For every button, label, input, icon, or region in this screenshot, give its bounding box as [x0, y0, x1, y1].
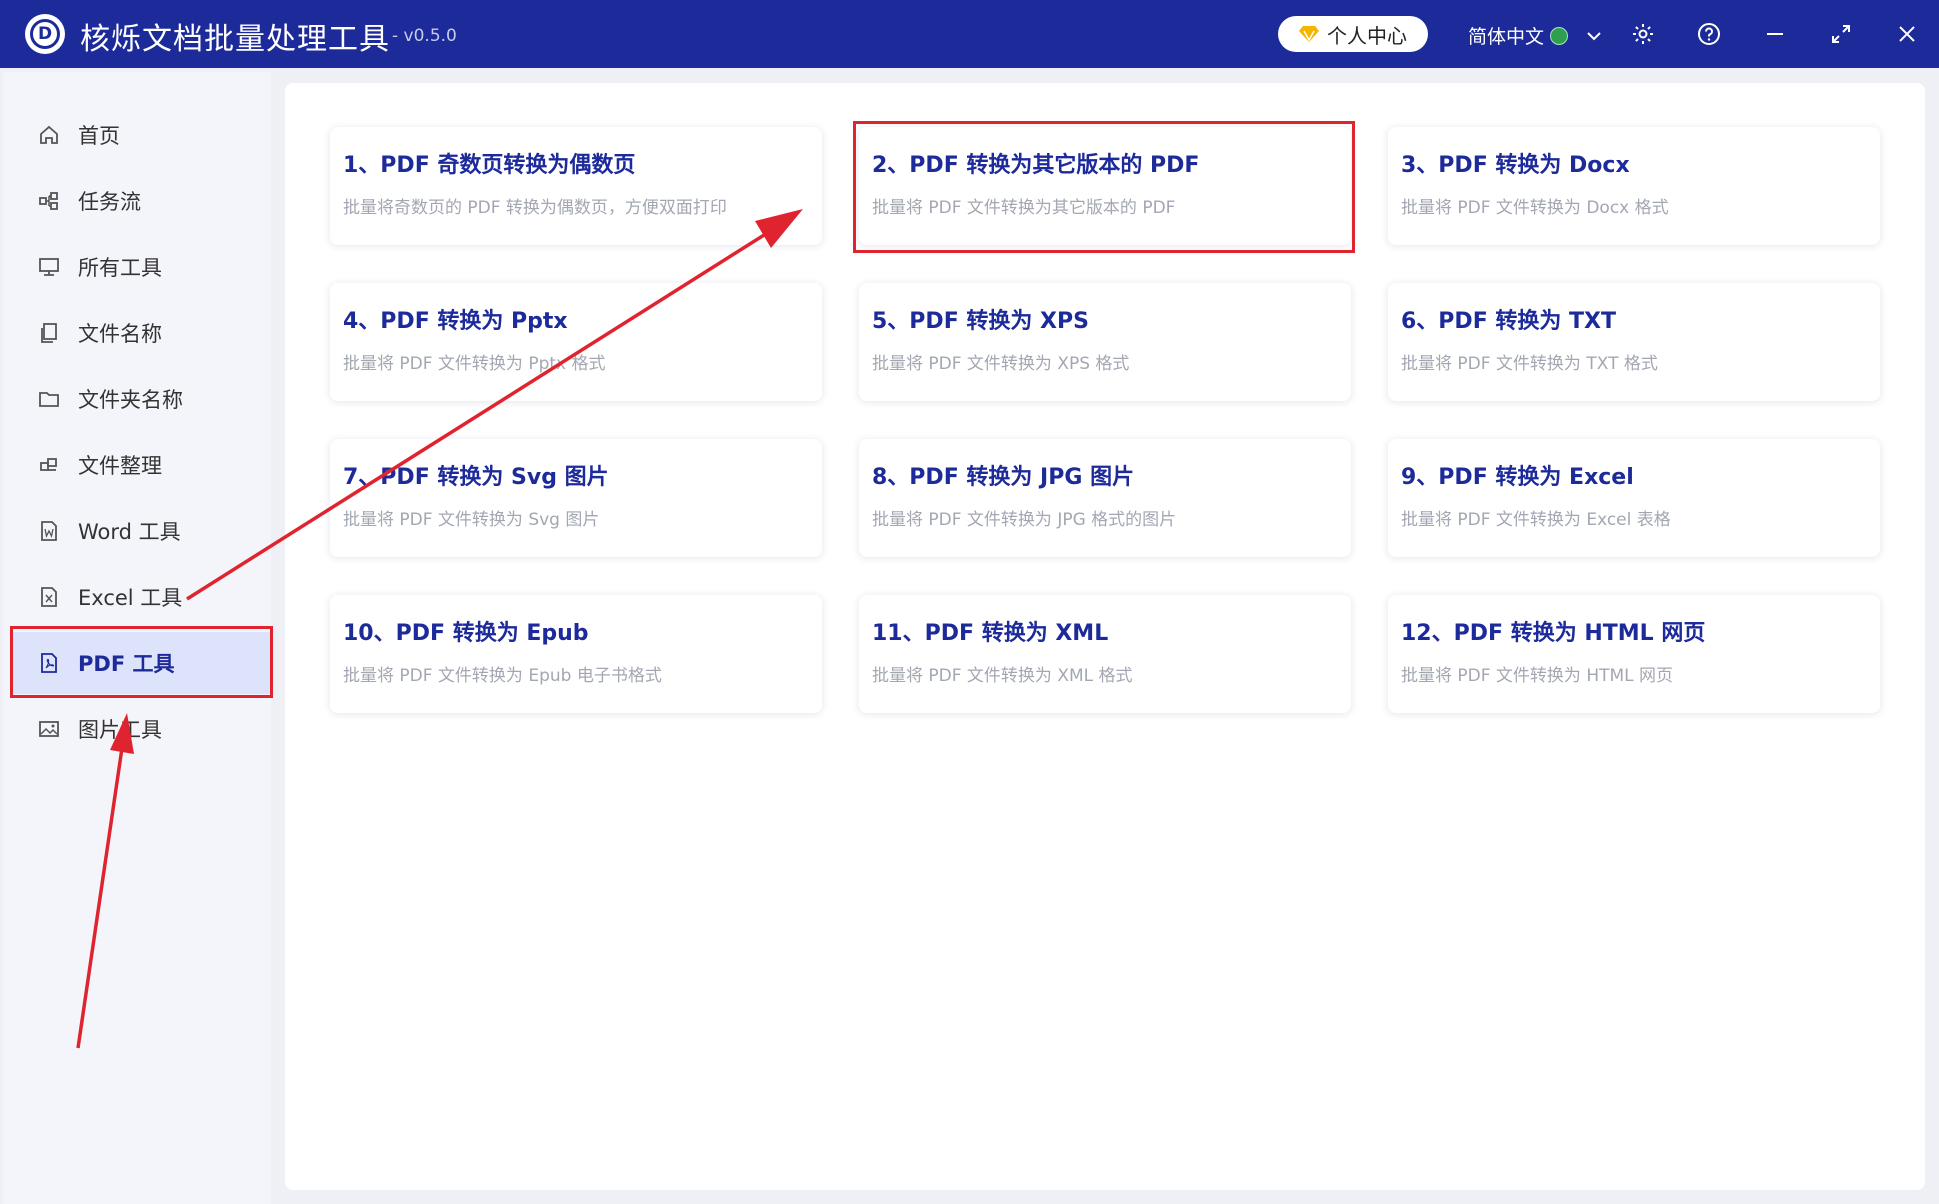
tool-card-desc: 批量将 PDF 文件转换为 TXT 格式: [1401, 354, 1658, 374]
tool-card-pdf-to-xps[interactable]: 5、PDF 转换为 XPS 批量将 PDF 文件转换为 XPS 格式: [859, 283, 1351, 401]
tool-card-pdf-to-xml[interactable]: 11、PDF 转换为 XML 批量将 PDF 文件转换为 XML 格式: [859, 595, 1351, 713]
workflow-icon: [36, 188, 62, 214]
sidebar-item-label: 所有工具: [78, 256, 162, 280]
sidebar-item-file-organize[interactable]: 文件整理: [12, 434, 270, 496]
maximize-icon[interactable]: [1825, 18, 1857, 50]
image-icon: [36, 716, 62, 742]
tool-card-title: 10、PDF 转换为 Epub: [343, 621, 589, 646]
sidebar-item-label: 图片工具: [78, 718, 162, 742]
sidebar-item-word-tools[interactable]: Word 工具: [12, 500, 270, 562]
tool-card-title: 6、PDF 转换为 TXT: [1401, 309, 1617, 334]
tool-card-pdf-to-pptx[interactable]: 4、PDF 转换为 Pptx 批量将 PDF 文件转换为 Pptx 格式: [330, 283, 822, 401]
sidebar-item-excel-tools[interactable]: Excel 工具: [12, 566, 270, 628]
organize-icon: [36, 452, 62, 478]
tool-card-desc: 批量将 PDF 文件转换为 Docx 格式: [1401, 198, 1669, 218]
diamond-icon: [1299, 26, 1319, 42]
user-center-label: 个人中心: [1327, 23, 1407, 48]
monitor-icon: [36, 254, 62, 280]
sidebar-item-label: 文件夹名称: [78, 388, 183, 412]
annotation-highlight-pdf-version: [853, 121, 1355, 253]
tool-card-title: 11、PDF 转换为 XML: [872, 621, 1109, 646]
tool-card-title: 3、PDF 转换为 Docx: [1401, 153, 1630, 178]
tool-card-desc: 批量将 PDF 文件转换为 JPG 格式的图片: [872, 510, 1177, 530]
tool-card-desc: 批量将 PDF 文件转换为 XML 格式: [872, 666, 1133, 686]
tool-card-title: 1、PDF 奇数页转换为偶数页: [343, 153, 636, 178]
tool-card-title: 9、PDF 转换为 Excel: [1401, 465, 1634, 490]
tool-card-desc: 批量将奇数页的 PDF 转换为偶数页，方便双面打印: [343, 198, 727, 218]
sidebar-item-label: Word 工具: [78, 520, 181, 544]
app-version: - v0.5.0: [392, 26, 457, 46]
word-file-icon: [36, 518, 62, 544]
sidebar-item-home[interactable]: 首页: [12, 104, 270, 166]
tool-card-pdf-to-txt[interactable]: 6、PDF 转换为 TXT 批量将 PDF 文件转换为 TXT 格式: [1388, 283, 1880, 401]
file-copy-icon: [36, 320, 62, 346]
tool-card-pdf-to-jpg[interactable]: 8、PDF 转换为 JPG 图片 批量将 PDF 文件转换为 JPG 格式的图片: [859, 439, 1351, 557]
settings-gear-icon[interactable]: [1627, 18, 1659, 50]
tool-card-title: 8、PDF 转换为 JPG 图片: [872, 465, 1135, 490]
app-title: 核烁文档批量处理工具: [80, 22, 390, 57]
sidebar-item-label: Excel 工具: [78, 586, 183, 610]
tool-card-desc: 批量将 PDF 文件转换为 HTML 网页: [1401, 666, 1674, 686]
tool-card-desc: 批量将 PDF 文件转换为 Excel 表格: [1401, 510, 1671, 530]
sidebar-item-workflow[interactable]: 任务流: [12, 170, 270, 232]
sidebar-item-folder-name[interactable]: 文件夹名称: [12, 368, 270, 430]
sidebar-item-image-tools[interactable]: 图片工具: [12, 698, 270, 760]
sidebar-item-label: 任务流: [78, 190, 141, 214]
tool-card-title: 4、PDF 转换为 Pptx: [343, 309, 568, 334]
tool-card-title: 5、PDF 转换为 XPS: [872, 309, 1089, 334]
sidebar-item-all-tools[interactable]: 所有工具: [12, 236, 270, 298]
tool-card-desc: 批量将 PDF 文件转换为 XPS 格式: [872, 354, 1130, 374]
tool-card-pdf-to-svg[interactable]: 7、PDF 转换为 Svg 图片 批量将 PDF 文件转换为 Svg 图片: [330, 439, 822, 557]
tool-card-pdf-to-excel[interactable]: 9、PDF 转换为 Excel 批量将 PDF 文件转换为 Excel 表格: [1388, 439, 1880, 557]
language-select[interactable]: 简体中文: [1468, 22, 1604, 49]
title-bar: D 核烁文档批量处理工具 - v0.5.0 个人中心 简体中文: [0, 0, 1939, 68]
sidebar-item-file-name[interactable]: 文件名称: [12, 302, 270, 364]
tool-card-odd-to-even[interactable]: 1、PDF 奇数页转换为偶数页 批量将奇数页的 PDF 转换为偶数页，方便双面打…: [330, 127, 822, 245]
app-logo-icon: D: [25, 14, 65, 54]
sidebar-item-label: 首页: [78, 124, 120, 148]
home-icon: [36, 122, 62, 148]
tool-card-title: 7、PDF 转换为 Svg 图片: [343, 465, 609, 490]
tool-card-title: 12、PDF 转换为 HTML 网页: [1401, 621, 1706, 646]
folder-icon: [36, 386, 62, 412]
tool-card-pdf-to-docx[interactable]: 3、PDF 转换为 Docx 批量将 PDF 文件转换为 Docx 格式: [1388, 127, 1880, 245]
sidebar-item-label: 文件名称: [78, 322, 162, 346]
user-center-button[interactable]: 个人中心: [1278, 16, 1428, 52]
sidebar-item-label: 文件整理: [78, 454, 162, 478]
language-label: 简体中文: [1468, 26, 1545, 48]
help-icon[interactable]: [1693, 18, 1725, 50]
minimize-icon[interactable]: [1759, 18, 1791, 50]
close-icon[interactable]: [1891, 18, 1923, 50]
excel-file-icon: [36, 584, 62, 610]
tool-card-desc: 批量将 PDF 文件转换为 Epub 电子书格式: [343, 666, 662, 686]
tool-card-desc: 批量将 PDF 文件转换为 Svg 图片: [343, 510, 600, 530]
tool-card-pdf-to-epub[interactable]: 10、PDF 转换为 Epub 批量将 PDF 文件转换为 Epub 电子书格式: [330, 595, 822, 713]
tool-card-pdf-to-html[interactable]: 12、PDF 转换为 HTML 网页 批量将 PDF 文件转换为 HTML 网页: [1388, 595, 1880, 713]
globe-icon: [1550, 26, 1569, 45]
chevron-down-icon: [1587, 31, 1601, 40]
tool-card-desc: 批量将 PDF 文件转换为 Pptx 格式: [343, 354, 606, 374]
annotation-highlight-pdf-tools: [10, 626, 273, 698]
